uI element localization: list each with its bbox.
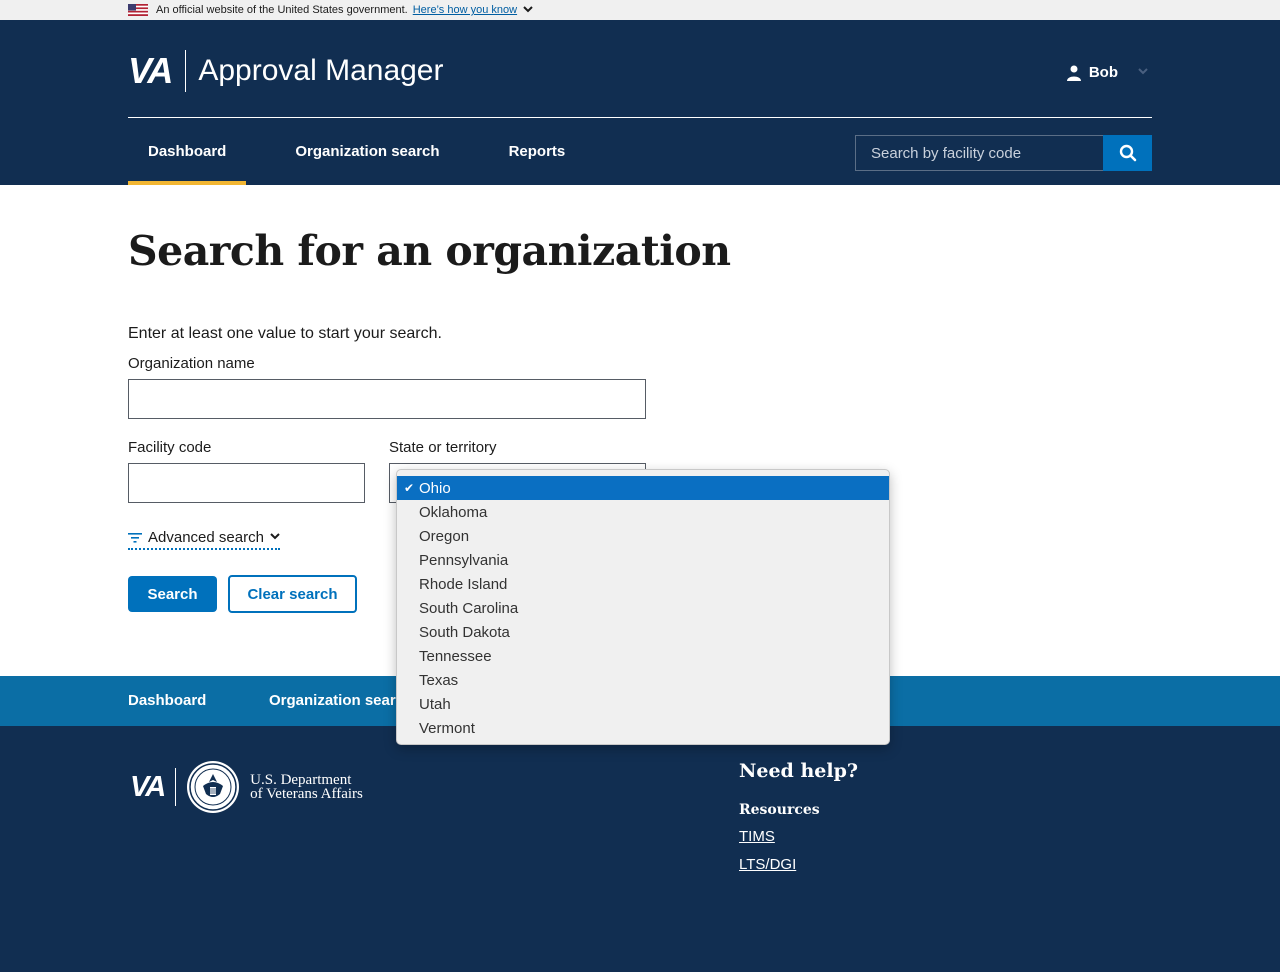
primary-nav: Dashboard Organization search Reports — [128, 118, 585, 185]
site-footer: VA U.S. Department of Veterans Affairs N… — [0, 726, 1280, 972]
state-option-oregon[interactable]: Oregon — [397, 524, 889, 548]
chevron-down-icon[interactable] — [1138, 67, 1148, 78]
state-option-tennessee[interactable]: Tennessee — [397, 644, 889, 668]
state-option-rhode-island[interactable]: Rhode Island — [397, 572, 889, 596]
nav-organization-search[interactable]: Organization search — [275, 118, 459, 185]
nav-reports[interactable]: Reports — [489, 118, 586, 185]
heres-how-you-know-link[interactable]: Here’s how you know — [413, 4, 517, 16]
footer-link-tims[interactable]: TIMS — [739, 828, 775, 845]
department-name: U.S. Department of Veterans Affairs — [250, 773, 363, 802]
footer-nav-dashboard[interactable]: Dashboard — [128, 692, 206, 709]
need-help-heading: Need help? — [739, 760, 858, 782]
state-option-ohio[interactable]: ✔ Ohio — [397, 476, 889, 500]
footer-link-lts-dgi[interactable]: LTS/DGI — [739, 856, 796, 873]
nav-dashboard[interactable]: Dashboard — [128, 118, 247, 185]
state-option-pennsylvania[interactable]: Pennsylvania — [397, 548, 889, 572]
user-icon — [1066, 65, 1081, 81]
va-seal-icon — [187, 761, 240, 813]
advanced-search-label: Advanced search — [148, 529, 264, 546]
footer-va-logo: VA — [130, 770, 166, 803]
advanced-search-toggle[interactable]: Advanced search — [128, 529, 280, 550]
us-flag-icon — [128, 4, 148, 16]
organization-name-input[interactable] — [128, 379, 646, 419]
state-option-vermont[interactable]: Vermont — [397, 716, 889, 740]
gov-banner-text: An official website of the United States… — [156, 4, 408, 16]
user-menu[interactable]: Bob — [1066, 64, 1148, 81]
search-button[interactable] — [1103, 135, 1152, 171]
facility-code-search-input[interactable]: Search by facility code — [855, 135, 1103, 171]
state-option-south-dakota[interactable]: South Dakota — [397, 620, 889, 644]
page-title: Search for an organization — [128, 227, 731, 275]
state-option-texas[interactable]: Texas — [397, 668, 889, 692]
clear-search-button[interactable]: Clear search — [228, 575, 357, 613]
header-logo[interactable]: VA Approval Manager — [128, 50, 444, 92]
department-name-line2: of Veterans Affairs — [250, 786, 363, 802]
footer-nav-organization-search[interactable]: Organization search — [269, 692, 413, 709]
facility-code-input[interactable] — [128, 463, 365, 503]
main-content: Search for an organization Enter at leas… — [128, 185, 1152, 613]
state-dropdown-list: ✔ Ohio Oklahoma Oregon Pennsylvania Rhod… — [396, 469, 890, 745]
logo-divider — [185, 50, 187, 92]
option-label: Ohio — [419, 479, 451, 497]
check-icon: ✔ — [404, 481, 415, 495]
facility-code-label: Facility code — [128, 439, 212, 456]
state-option-oklahoma[interactable]: Oklahoma — [397, 500, 889, 524]
chevron-down-icon — [270, 532, 280, 543]
organization-name-label: Organization name — [128, 355, 255, 372]
state-label: State or territory — [389, 439, 497, 456]
search-submit-button[interactable]: Search — [128, 576, 217, 612]
app-title: Approval Manager — [198, 54, 444, 87]
search-instructions: Enter at least one value to start your s… — [128, 325, 442, 342]
resources-heading: Resources — [739, 802, 820, 818]
gov-banner: An official website of the United States… — [0, 0, 1280, 20]
state-option-south-carolina[interactable]: South Carolina — [397, 596, 889, 620]
state-option-utah[interactable]: Utah — [397, 692, 889, 716]
footer-logo[interactable]: VA U.S. Department of Veterans Affairs — [130, 760, 363, 814]
va-logo: VA — [128, 50, 173, 91]
facility-search-form: Search by facility code — [855, 135, 1152, 171]
filter-icon — [128, 532, 142, 543]
footer-logo-divider — [175, 768, 177, 806]
chevron-down-icon[interactable] — [523, 5, 533, 15]
search-icon — [1119, 144, 1136, 162]
user-name: Bob — [1088, 64, 1118, 81]
